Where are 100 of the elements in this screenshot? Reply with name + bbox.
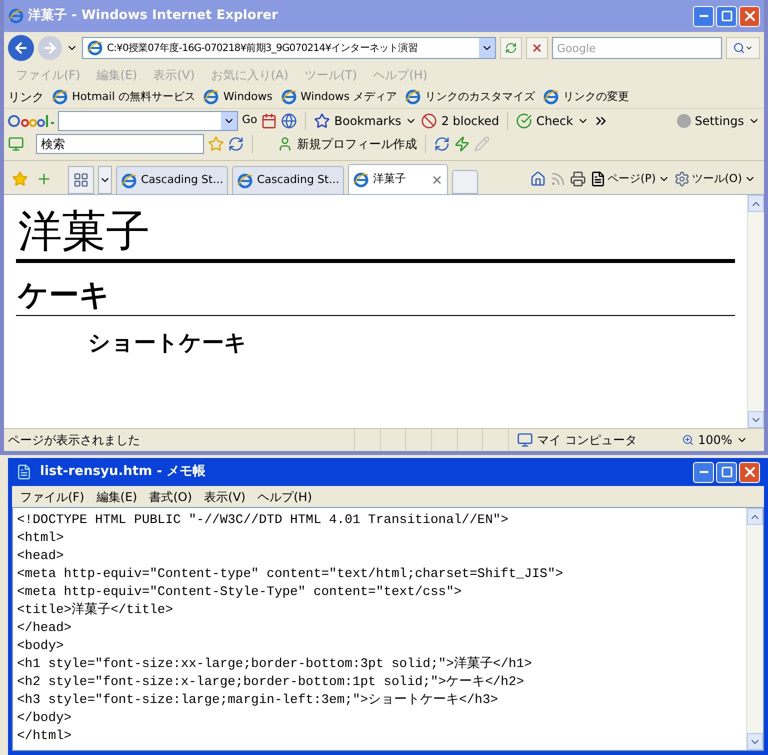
favorite-link[interactable]: Hotmail の無料サービス — [52, 88, 196, 106]
favorite-link[interactable]: リンクの変更 — [543, 88, 630, 106]
grid-icon — [73, 172, 89, 188]
search-field[interactable]: Google — [552, 37, 722, 59]
favorite-link[interactable]: Windows メディア — [280, 88, 398, 106]
favorite-link[interactable]: Windows — [203, 88, 272, 106]
code-line: <h1 style="font-size:xx-large;border-bottom:3pt solid;">洋菓子</h1> — [17, 655, 532, 673]
e-logo-icon — [203, 89, 220, 105]
refresh-icon — [505, 42, 517, 54]
check-icon — [516, 112, 532, 128]
toolbar-search-field[interactable]: 検索 — [36, 134, 204, 154]
minimize-button[interactable] — [693, 462, 714, 482]
subsection-heading: ショートケーキ — [88, 330, 248, 358]
stop-icon — [531, 42, 543, 54]
code-line: <!DOCTYPE HTML PUBLIC "-//W3C//DTD HTML 4.01 Transitional//EN"> — [17, 511, 508, 529]
code-line: <h2 style="font-size:x-large;border-bottom:1pt solid;">ケーキ</h2> — [17, 673, 524, 691]
window-title: 洋菓子 - Windows Internet Explorer — [28, 7, 279, 26]
computer-icon — [517, 432, 533, 448]
menu-item[interactable]: ヘルプ(H) — [258, 488, 312, 506]
stop-button[interactable] — [526, 37, 548, 59]
zoom-button[interactable]: 100% — [678, 429, 764, 451]
lightning-icon[interactable] — [454, 136, 470, 152]
links-label: リンク — [8, 89, 44, 106]
window-title: list-rensyu.htm - メモ帳 — [40, 463, 207, 482]
code-line: </html> — [17, 727, 72, 745]
browser-tab[interactable]: 洋菓子 — [348, 164, 448, 194]
menu-item[interactable]: 編集(E) — [96, 488, 138, 506]
popup-blocker-button[interactable]: 2 blocked — [421, 112, 500, 130]
bookmarks-button[interactable]: Bookmarks — [314, 112, 418, 130]
menu-item[interactable]: 書式(O) — [149, 488, 192, 506]
menu-item[interactable]: 表示(V) — [204, 488, 246, 506]
caret-icon — [745, 44, 753, 52]
e-logo-icon — [280, 89, 296, 105]
star-icon — [314, 112, 330, 128]
e-logo-icon — [121, 172, 137, 188]
search-button[interactable] — [726, 37, 760, 59]
notepad-icon — [16, 464, 32, 480]
close-button[interactable] — [739, 6, 760, 26]
code-line: <meta http-equiv="Content-Style-Type" content="text/css"> — [17, 583, 462, 601]
page-heading: 洋菓子 — [16, 205, 735, 263]
code-line: <head> — [17, 547, 64, 565]
back-button[interactable] — [8, 35, 34, 61]
code-line: <meta http-equiv="Content-type" content="text/html;charset=Shift_JIS"> — [17, 565, 564, 583]
maximize-icon — [720, 10, 732, 22]
page-menu-button[interactable]: ページ(P) — [590, 170, 670, 188]
e-logo-icon — [52, 89, 68, 105]
go-button[interactable]: Go — [242, 112, 258, 129]
blocked-icon — [421, 112, 438, 128]
menu-item[interactable]: ファイル(F) — [20, 488, 84, 506]
star-icon[interactable] — [208, 136, 224, 152]
calendar-icon[interactable] — [261, 112, 278, 128]
code-line: </head> — [17, 619, 72, 637]
maximize-icon — [720, 466, 732, 478]
code-line: </body> — [17, 709, 72, 727]
add-favorite-icon[interactable] — [36, 171, 52, 187]
close-button[interactable] — [739, 462, 760, 482]
settings-button[interactable]: Settings — [676, 112, 760, 130]
favorites-star-icon[interactable] — [12, 171, 28, 187]
sync-icon[interactable] — [434, 136, 450, 152]
section-heading: ケーキ — [16, 277, 735, 316]
minimize-button[interactable] — [693, 6, 714, 26]
maximize-button[interactable] — [716, 462, 737, 482]
browser-tab[interactable]: Cascading St... — [232, 166, 344, 194]
arrow-right-icon — [42, 40, 58, 56]
e-logo-icon — [353, 172, 369, 188]
globe-icon[interactable] — [281, 112, 298, 128]
code-line: <h3 style="font-size:large;margin-left:3em;">ショートケーキ</h3> — [17, 691, 498, 709]
status-text: ページが表示されました — [7, 432, 141, 449]
refresh-button[interactable] — [500, 37, 522, 59]
logo-icon — [8, 112, 54, 128]
close-tab-icon[interactable] — [431, 174, 443, 186]
page-icon — [590, 171, 606, 187]
new-profile-button[interactable]: 新規プロフィール作成 — [277, 135, 417, 153]
google-search-field[interactable] — [58, 110, 238, 130]
home-icon[interactable] — [530, 171, 546, 187]
print-icon[interactable] — [570, 171, 586, 187]
monitor-icon[interactable] — [8, 136, 24, 152]
magnifier-icon — [682, 434, 694, 446]
vertical-scrollbar[interactable] — [747, 195, 764, 428]
favorite-link[interactable]: リンクのカスタマイズ — [405, 88, 536, 106]
tab-list-button[interactable] — [98, 166, 112, 194]
code-line: <title>洋菓子</title> — [17, 601, 174, 619]
security-zone: マイ コンピュータ — [537, 432, 637, 449]
address-text: C:¥0授業07年度-16G-070218¥前期3_9G070214¥インターネット演習 — [107, 42, 418, 56]
e-logo-icon — [237, 172, 253, 188]
sync-icon[interactable] — [228, 136, 244, 152]
search-icon — [733, 42, 745, 54]
vertical-scrollbar[interactable] — [746, 508, 763, 750]
spell-check-button[interactable]: Check — [516, 112, 590, 130]
quick-tabs-button[interactable] — [68, 166, 94, 194]
e-logo-icon — [543, 89, 560, 105]
address-field[interactable]: C:¥0授業07年度-16G-070218¥前期3_9G070214¥インターネット演習 — [82, 37, 496, 59]
maximize-button[interactable] — [716, 6, 737, 26]
e-logo-icon — [8, 8, 24, 24]
gear-icon — [674, 171, 690, 187]
e-logo-icon — [405, 89, 422, 105]
tools-menu-button[interactable]: ツール(O) — [674, 170, 756, 188]
code-line: <html> — [17, 529, 64, 547]
code-line: <body> — [17, 637, 64, 655]
browser-tab[interactable]: Cascading St... — [116, 166, 228, 194]
